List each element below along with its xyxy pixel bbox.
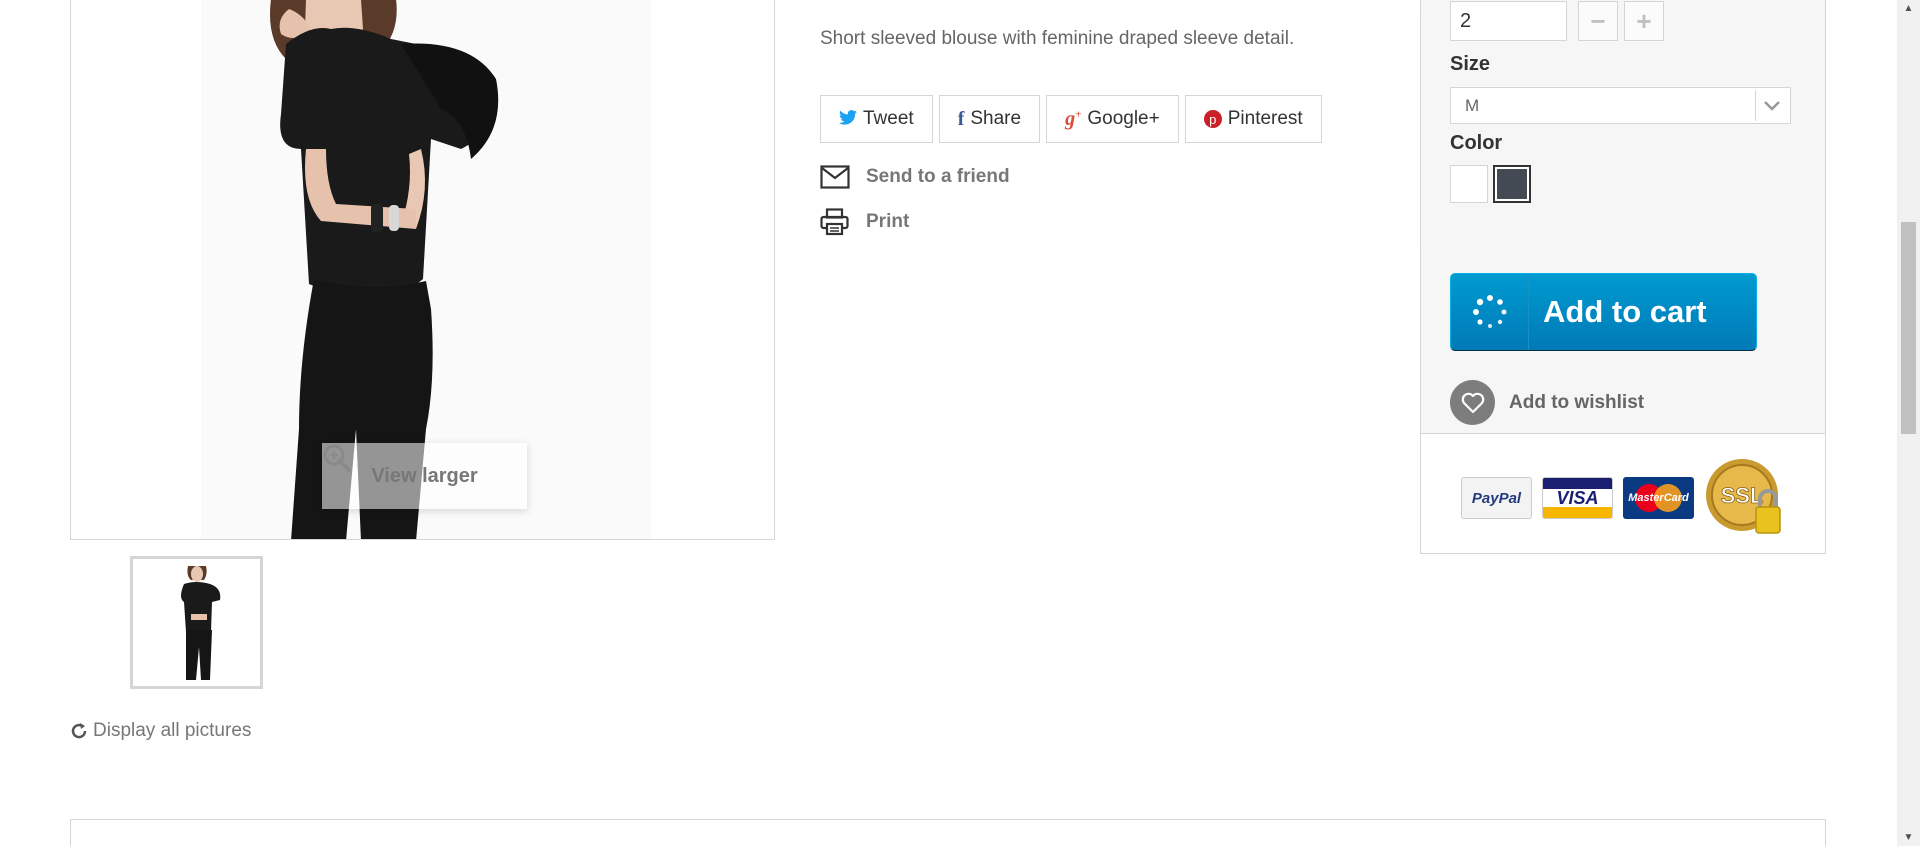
size-label: Size (1450, 53, 1491, 75)
mastercard-text: MasterCard (1628, 492, 1689, 504)
color-swatch-white[interactable] (1450, 165, 1488, 203)
pinterest-button[interactable]: p Pinterest (1184, 95, 1322, 143)
minus-icon: − (1590, 5, 1606, 36)
vertical-scrollbar[interactable]: ▲ ▼ (1897, 0, 1920, 846)
printer-icon (820, 208, 849, 236)
product-main-image[interactable]: View larger (70, 0, 775, 540)
facebook-share-button[interactable]: f Share (938, 95, 1041, 143)
plus-icon: + (1636, 5, 1652, 36)
print-label: Print (866, 211, 910, 232)
product-thumbnail[interactable] (130, 556, 263, 689)
scroll-down-icon[interactable]: ▼ (1897, 829, 1920, 846)
payment-badges: PayPal VISA MasterCard SSL (1461, 457, 1788, 539)
pinterest-icon: p (1203, 110, 1222, 128)
buy-options-panel: − + Size M Color (1421, 0, 1825, 253)
color-swatch-dark[interactable] (1493, 165, 1531, 203)
display-all-label: Display all pictures (93, 720, 252, 741)
paypal-text: PayPal (1471, 489, 1522, 507)
cart-actions-panel: Add to cart Add to wishlist (1421, 253, 1825, 434)
refresh-icon (71, 723, 87, 739)
google-plus-icon: g+ (1065, 107, 1082, 130)
scroll-up-icon[interactable]: ▲ (1897, 0, 1920, 17)
share-label: Share (970, 108, 1022, 129)
quantity-decrease-button[interactable]: − (1578, 1, 1618, 41)
google-plus-button[interactable]: g+ Google+ (1046, 95, 1179, 143)
google-plus-label: Google+ (1087, 108, 1160, 129)
facebook-icon: f (957, 107, 965, 130)
view-larger-label: View larger (371, 464, 478, 487)
buy-box: − + Size M Color (1420, 0, 1826, 554)
add-to-wishlist-link[interactable]: Add to wishlist (1450, 380, 1644, 425)
send-to-friend-label: Send to a friend (866, 166, 1010, 187)
quantity-increase-button[interactable]: + (1624, 1, 1664, 41)
thumbnail-photo (136, 562, 257, 683)
size-value: M (1465, 95, 1480, 115)
pinterest-label: Pinterest (1227, 108, 1303, 129)
paypal-logo: PayPal (1461, 477, 1532, 519)
add-to-wishlist-label: Add to wishlist (1509, 391, 1645, 413)
envelope-icon (820, 165, 850, 189)
add-to-cart-button[interactable]: Add to cart (1450, 273, 1757, 351)
loading-spinner-icon (1451, 274, 1529, 350)
chevron-down-icon (1755, 90, 1788, 121)
ssl-seal-icon: SSL (1704, 457, 1788, 539)
product-description: Short sleeved blouse with feminine drape… (820, 28, 1295, 49)
social-share-bar: Tweet f Share g+ Google+ p Pinterest (820, 95, 1322, 143)
print-link[interactable]: Print (820, 208, 909, 236)
send-to-friend-link[interactable]: Send to a friend (820, 165, 1010, 189)
tweet-button[interactable]: Tweet (820, 95, 933, 143)
heart-icon (1450, 380, 1495, 425)
quantity-input[interactable] (1450, 1, 1567, 41)
view-larger-button[interactable]: View larger (322, 443, 527, 509)
product-details-section (70, 819, 1826, 846)
size-select[interactable]: M (1450, 87, 1791, 124)
add-to-cart-label: Add to cart (1543, 294, 1707, 329)
visa-logo: VISA (1542, 477, 1613, 519)
color-label: Color (1450, 132, 1503, 154)
visa-text: VISA (1556, 487, 1599, 508)
ssl-text: SSL (1721, 483, 1764, 508)
mastercard-logo: MasterCard (1623, 477, 1694, 519)
display-all-pictures-link[interactable]: Display all pictures (70, 720, 251, 742)
twitter-icon (839, 108, 857, 131)
scrollbar-thumb[interactable] (1901, 222, 1916, 434)
zoom-icon (323, 444, 351, 472)
tweet-label: Tweet (863, 108, 914, 129)
